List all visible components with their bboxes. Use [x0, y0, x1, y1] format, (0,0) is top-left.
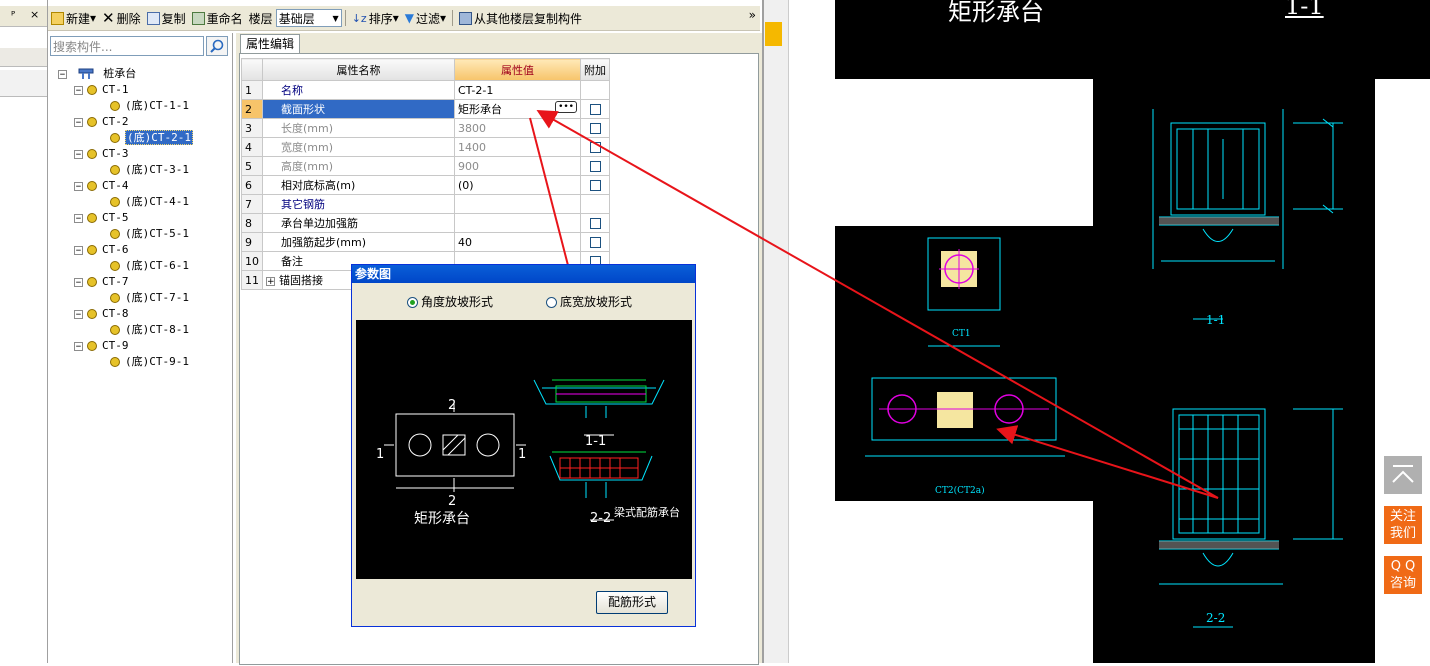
diagram-label-1-left: 1 [376, 447, 385, 462]
radio-width-slope[interactable]: 底宽放坡形式 [546, 293, 632, 310]
rebar-form-button[interactable]: 配筋形式 [596, 591, 668, 614]
diagram-label-2-bottom: 2 [448, 494, 457, 509]
dialog-title: 参数图 [352, 265, 695, 283]
radio-angle-label: 角度放坡形式 [421, 295, 494, 309]
radio-unselected-icon [546, 297, 557, 308]
parameter-diagram-canvas: 2 1 1 2 矩形承台 1-1 2-2 梁式配筋承台 [356, 320, 692, 579]
back-to-top-button[interactable] [1384, 456, 1422, 494]
qq-consult-button[interactable]: Q Q 咨询 [1384, 556, 1422, 594]
diagram-label-1-right: 1 [518, 447, 527, 462]
diagram-section-1-1: 1-1 [585, 434, 607, 449]
diagram-label-2-top: 2 [448, 398, 457, 413]
qq-line-2: 咨询 [1389, 576, 1416, 591]
chevron-up-icon [1392, 465, 1414, 483]
diagram-beam-caption: 梁式配筋承台 [614, 506, 680, 519]
radio-selected-icon [407, 297, 418, 308]
parameter-diagram-dialog: 参数图 角度放坡形式 底宽放坡形式 2 1 1 2 矩形承台 1-1 2-2 梁… [351, 264, 696, 627]
follow-us-button[interactable]: 关注 我们 [1384, 506, 1422, 544]
qq-line-1: Q Q [1390, 559, 1416, 574]
radio-width-label: 底宽放坡形式 [560, 295, 633, 309]
follow-line-2: 我们 [1389, 526, 1416, 541]
diagram-caption: 矩形承台 [414, 511, 470, 527]
follow-line-1: 关注 [1389, 509, 1416, 524]
radio-angle-slope[interactable]: 角度放坡形式 [407, 293, 493, 310]
diagram-section-2-2: 2-2 [590, 511, 612, 526]
annotation-arrows [529, 110, 1219, 542]
